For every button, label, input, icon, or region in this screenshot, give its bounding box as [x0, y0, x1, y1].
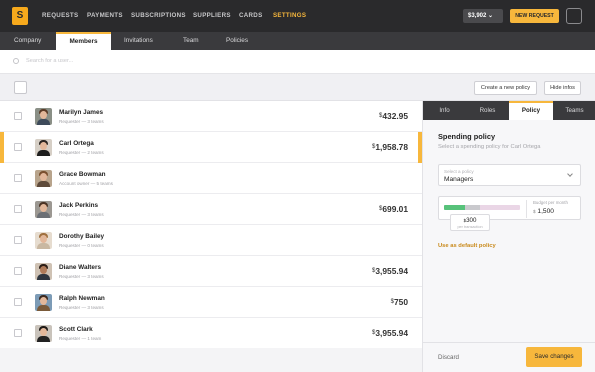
- panel-subtitle: Select a spending policy for Carl Ortega: [438, 144, 541, 150]
- budget-progress-bar: [444, 205, 520, 210]
- search-input[interactable]: Search for a user...: [26, 58, 73, 64]
- avatar: [35, 201, 52, 218]
- member-row[interactable]: Carl Ortega Requester — 2 teams $1,958.7…: [0, 132, 422, 163]
- member-name: Jack Perkins: [59, 202, 99, 209]
- row-checkbox[interactable]: [14, 236, 22, 244]
- list-toolbar: Create a new policy Hide infos: [0, 74, 595, 101]
- avatar: [35, 139, 52, 156]
- use-default-policy-link[interactable]: Use as default policy: [438, 243, 496, 249]
- app-logo[interactable]: S: [12, 7, 28, 25]
- tab-company[interactable]: Company: [14, 32, 41, 50]
- member-role: Requester — 2 teams: [59, 150, 104, 155]
- hide-infos-button[interactable]: Hide infos: [544, 81, 581, 95]
- member-role: Account owner — 5 teams: [59, 181, 113, 186]
- balance-dropdown[interactable]: $3,902 ⌄: [463, 9, 503, 23]
- member-row[interactable]: Jack Perkins Requester — 3 teams $699.01: [0, 194, 422, 225]
- per-transaction-value: $300: [463, 217, 477, 224]
- tab-info[interactable]: Info: [423, 101, 466, 120]
- member-row[interactable]: Marilyn James Requester — 3 teams $432.9…: [0, 101, 422, 132]
- member-spend: $3,955.94: [372, 328, 408, 338]
- nav-suppliers[interactable]: SUPPLIERS: [193, 12, 231, 19]
- budget-label: Budget per month: [533, 200, 568, 205]
- member-role: Requester — 3 teams: [59, 305, 104, 310]
- list-footer: [0, 348, 422, 372]
- avatar: [35, 170, 52, 187]
- settings-tabs: Company Members Invitations Team Policie…: [0, 32, 595, 50]
- create-policy-button[interactable]: Create a new policy: [474, 81, 537, 95]
- member-details-panel: Info Roles Policy Teams Spending policy …: [422, 101, 595, 372]
- per-transaction-caption: per transaction: [457, 225, 483, 229]
- tab-invitations[interactable]: Invitations: [124, 32, 153, 50]
- tab-policy[interactable]: Policy: [509, 101, 553, 120]
- panel-footer: Discard Save changes: [423, 342, 595, 372]
- tab-policies[interactable]: Policies: [226, 32, 248, 50]
- nav-settings[interactable]: SETTINGS: [273, 12, 306, 19]
- policy-select-label: Select a policy: [444, 169, 474, 174]
- member-spend: $432.95: [379, 111, 408, 121]
- panel-tabs: Info Roles Policy Teams: [423, 101, 595, 120]
- tab-roles[interactable]: Roles: [466, 101, 509, 120]
- member-name: Ralph Newman: [59, 295, 105, 302]
- row-checkbox[interactable]: [14, 298, 22, 306]
- row-checkbox[interactable]: [14, 143, 22, 151]
- member-row[interactable]: Diane Walters Requester — 3 teams $3,955…: [0, 256, 422, 287]
- member-name: Marilyn James: [59, 109, 104, 116]
- avatar: [35, 232, 52, 249]
- budget-spent-fill: [444, 205, 466, 210]
- row-checkbox[interactable]: [14, 112, 22, 120]
- save-changes-button[interactable]: Save changes: [526, 347, 582, 367]
- member-role: Requester — 0 teams: [59, 243, 104, 248]
- member-role: Requester — 1 team: [59, 336, 102, 341]
- new-request-button[interactable]: NEW REQUEST: [510, 9, 559, 23]
- member-spend: $699.01: [379, 204, 408, 214]
- row-checkbox[interactable]: [14, 174, 22, 182]
- avatar: [35, 263, 52, 280]
- search-icon: [13, 58, 19, 64]
- avatar: [35, 108, 52, 125]
- member-row[interactable]: Grace Bowman Account owner — 5 teams: [0, 163, 422, 194]
- nav-cards[interactable]: CARDS: [239, 12, 263, 19]
- per-transaction-marker: [465, 205, 481, 210]
- member-name: Scott Clark: [59, 326, 93, 333]
- row-checkbox[interactable]: [14, 205, 22, 213]
- tab-members[interactable]: Members: [56, 32, 111, 50]
- tab-team[interactable]: Team: [183, 32, 199, 50]
- row-checkbox[interactable]: [14, 267, 22, 275]
- nav-payments[interactable]: PAYMENTS: [87, 12, 123, 19]
- chevron-down-icon: [567, 171, 573, 177]
- member-name: Carl Ortega: [59, 140, 94, 147]
- member-row[interactable]: Scott Clark Requester — 1 team $3,955.94: [0, 318, 422, 349]
- per-transaction-tooltip: $300 per transaction: [450, 214, 490, 231]
- avatar: [35, 294, 52, 311]
- member-spend: $750: [390, 297, 408, 307]
- member-spend: $3,955.94: [372, 266, 408, 276]
- nav-requests[interactable]: REQUESTS: [42, 12, 78, 19]
- budget-divider: [526, 200, 527, 218]
- select-all-checkbox[interactable]: [14, 81, 27, 94]
- discard-button[interactable]: Discard: [438, 354, 459, 361]
- member-spend: $1,958.78: [372, 142, 408, 152]
- member-name: Dorothy Bailey: [59, 233, 105, 240]
- panel-title: Spending policy: [438, 132, 496, 141]
- avatar: [35, 325, 52, 342]
- budget-input[interactable]: $ 1,500: [533, 208, 554, 215]
- member-list: Marilyn James Requester — 3 teams $432.9…: [0, 101, 422, 349]
- member-row[interactable]: Dorothy Bailey Requester — 0 teams: [0, 225, 422, 256]
- member-row[interactable]: Ralph Newman Requester — 3 teams $750: [0, 287, 422, 318]
- member-role: Requester — 3 teams: [59, 212, 104, 217]
- nav-subscriptions[interactable]: SUBSCRIPTIONS: [131, 12, 186, 19]
- member-role: Requester — 3 teams: [59, 119, 104, 124]
- policy-select[interactable]: Select a policy Managers: [438, 164, 581, 186]
- row-checkbox[interactable]: [14, 329, 22, 337]
- user-menu-icon[interactable]: [566, 8, 582, 24]
- member-name: Diane Walters: [59, 264, 102, 271]
- member-name: Grace Bowman: [59, 171, 106, 178]
- search-bar[interactable]: Search for a user...: [0, 50, 595, 74]
- tab-teams[interactable]: Teams: [553, 101, 595, 120]
- policy-select-value: Managers: [444, 176, 474, 183]
- top-navigation: S REQUESTS PAYMENTS SUBSCRIPTIONS SUPPLI…: [0, 0, 595, 32]
- member-role: Requester — 3 teams: [59, 274, 104, 279]
